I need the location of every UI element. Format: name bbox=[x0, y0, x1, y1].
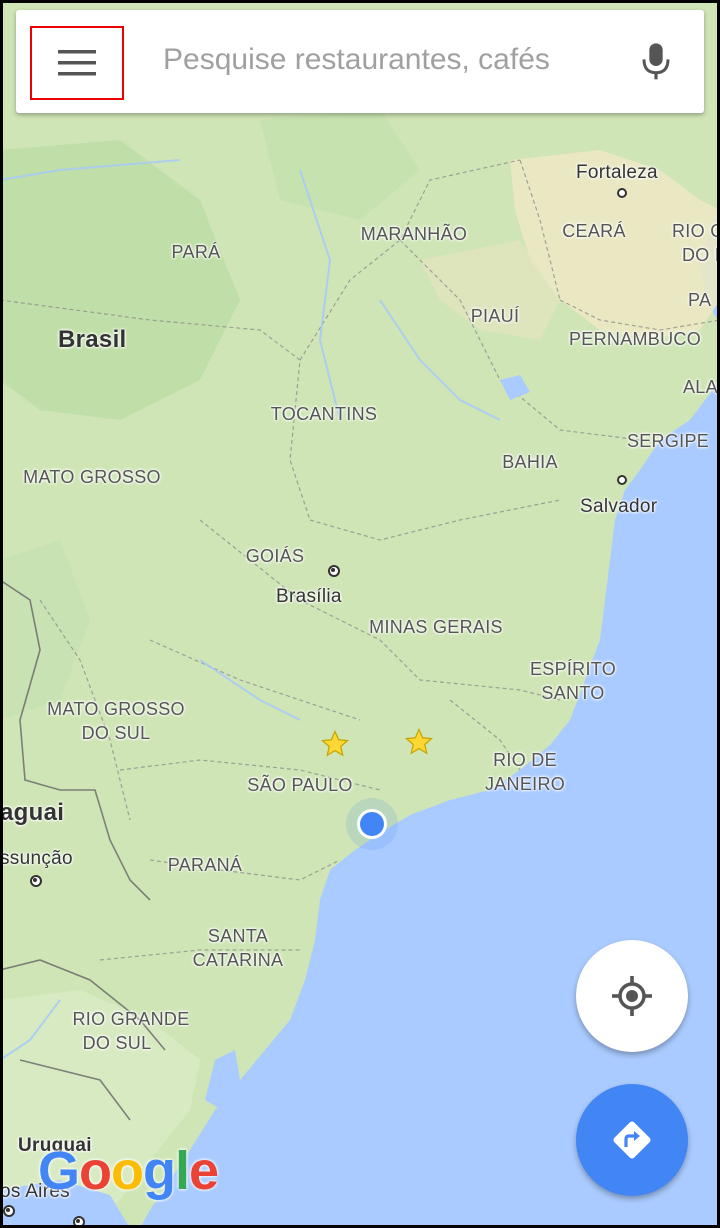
state-label-espirito-santo-line2: SANTO bbox=[541, 683, 605, 703]
state-label-mato-grosso-do-sul-line2: DO SUL bbox=[81, 723, 151, 743]
state-label-para: PARÁ bbox=[171, 242, 221, 262]
state-label-rio-de-janeiro-line1: RIO DE bbox=[493, 750, 557, 770]
hamburger-menu-icon bbox=[58, 50, 96, 76]
state-label-mato-grosso: MATO GROSSO bbox=[23, 467, 161, 487]
state-label-rio-grande-do-sul-line2: DO SUL bbox=[82, 1033, 152, 1053]
directions-icon bbox=[613, 1121, 651, 1159]
state-label-santa-catarina-line1: SANTA bbox=[207, 926, 269, 946]
state-label-piaui: PIAUÍ bbox=[470, 306, 520, 326]
menu-button[interactable] bbox=[30, 26, 124, 100]
my-location-button[interactable] bbox=[576, 940, 688, 1052]
state-label-sao-paulo: SÃO PAULO bbox=[247, 775, 353, 795]
state-label-minas-gerais: MINAS GERAIS bbox=[369, 617, 503, 637]
state-label-rio-grande-do-norte-line1: RIO G bbox=[672, 221, 720, 241]
starred-place-icon[interactable] bbox=[320, 729, 350, 759]
city-label-fortaleza: Fortaleza bbox=[576, 162, 658, 183]
state-label-goias: GOIÁS bbox=[245, 546, 305, 566]
country-label-brasil: Brasil bbox=[58, 326, 127, 353]
state-label-parana: PARANÁ bbox=[167, 855, 243, 875]
search-bar: Pesquise restaurantes, cafés bbox=[16, 10, 704, 113]
state-label-ceara: CEARÁ bbox=[562, 221, 626, 241]
search-input[interactable]: Pesquise restaurantes, cafés bbox=[163, 43, 550, 77]
map-screen: PARÁ MARANHÃO CEARÁ RIO G DO N PIAUÍ PA … bbox=[0, 0, 720, 1228]
city-label-brasilia: Brasília bbox=[276, 586, 342, 607]
state-label-rio-de-janeiro-line2: JANEIRO bbox=[484, 774, 566, 794]
state-label-paraiba: PA bbox=[688, 290, 712, 310]
state-label-rio-grande-do-sul-line1: RIO GRANDE bbox=[72, 1009, 190, 1029]
state-label-rio-grande-do-norte-line2: DO N bbox=[682, 245, 720, 265]
google-logo: Google bbox=[38, 1141, 219, 1201]
state-label-mato-grosso-do-sul-line1: MATO GROSSO bbox=[47, 699, 185, 719]
city-dot-fortaleza[interactable] bbox=[617, 188, 627, 198]
city-dot-salvador[interactable] bbox=[617, 475, 627, 485]
capital-dot-buenos-aires[interactable] bbox=[3, 1205, 15, 1217]
my-location-marker bbox=[346, 798, 398, 850]
country-label-paraguai: aguai bbox=[0, 799, 65, 826]
capital-dot-assuncao[interactable] bbox=[30, 875, 42, 887]
state-label-espirito-santo-line1: ESPÍRITO bbox=[529, 659, 617, 679]
starred-place-icon[interactable] bbox=[404, 727, 434, 757]
state-label-tocantins: TOCANTINS bbox=[270, 404, 378, 424]
state-label-santa-catarina-line2: CATARINA bbox=[192, 950, 284, 970]
city-label-assuncao: ssunção bbox=[0, 848, 73, 869]
microphone-icon[interactable] bbox=[638, 42, 674, 82]
capital-dot-brasilia[interactable] bbox=[328, 565, 340, 577]
state-label-pernambuco: PERNAMBUCO bbox=[568, 329, 702, 349]
state-label-sergipe: SERGIPE bbox=[626, 431, 710, 451]
state-label-alagoas: ALA bbox=[683, 377, 718, 397]
crosshair-icon bbox=[612, 976, 652, 1016]
state-label-maranhao: MARANHÃO bbox=[360, 224, 468, 244]
state-label-bahia: BAHIA bbox=[502, 452, 558, 472]
city-label-salvador: Salvador bbox=[580, 496, 658, 517]
capital-dot-montevideo[interactable] bbox=[73, 1216, 85, 1228]
directions-button[interactable] bbox=[576, 1084, 688, 1196]
